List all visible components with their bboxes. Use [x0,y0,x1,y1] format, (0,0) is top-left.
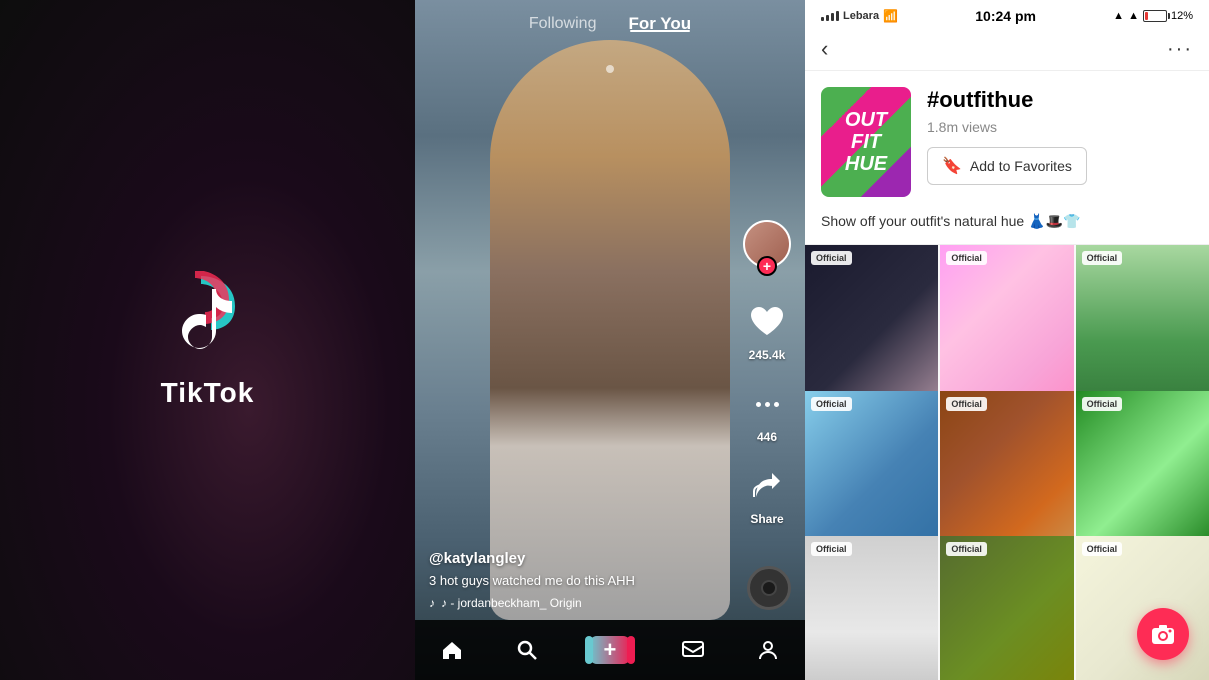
nav-profile[interactable] [756,638,780,662]
signal-icon: ▲ [1128,10,1139,22]
tiktok-logo: TikTok [161,271,255,409]
tiktok-icon [168,271,248,361]
nav-search[interactable] [515,638,539,662]
location-icon: ▲ [1113,10,1124,22]
official-badge-8: Official [946,542,987,556]
status-bar: Lebara 📶 10:24 pm ▲ ▲ 12% [805,0,1209,28]
video-caption: 3 hot guys watched me do this AHH [429,573,735,588]
video-thumb-8[interactable]: Official [940,536,1073,680]
battery-indicator [1143,10,1167,22]
dots-icon [756,402,779,407]
official-badge-5: Official [946,397,987,411]
heart-icon [749,305,785,339]
share-label: Share [750,512,783,526]
comment-button[interactable]: 446 [745,382,789,444]
left-panel: TikTok [0,0,415,680]
back-button[interactable]: ‹ [821,36,828,62]
music-note-icon: ♪ [429,596,435,610]
for-you-tab-wrapper: For You [628,14,691,34]
official-badge-6: Official [1082,397,1123,411]
video-thumb-7[interactable]: Official [805,536,938,680]
top-navigation: ‹ ··· [805,28,1209,71]
right-panel: Lebara 📶 10:24 pm ▲ ▲ 12% ‹ ··· OUTFITHU… [805,0,1209,680]
status-right-icons: ▲ ▲ 12% [1113,10,1193,22]
music-track: ♪ - jordanbeckham_ Origin [441,596,582,610]
hashtag-header: OUTFITHUE #outfithue 1.8m views 🔖 Add to… [805,71,1209,213]
signal-bars [821,11,839,21]
official-badge-7: Official [811,542,852,556]
video-username[interactable]: @katylangley [429,550,735,567]
bottom-navigation: + [415,620,805,680]
messages-icon [681,638,705,662]
following-tab[interactable]: Following [529,15,597,33]
profile-icon [756,638,780,662]
spinning-record-inner [761,580,777,596]
official-badge-4: Official [811,397,852,411]
video-info: @katylangley 3 hot guys watched me do th… [429,550,735,610]
share-button[interactable]: Share [745,464,789,526]
official-badge-1: Official [811,251,852,265]
creator-avatar-wrapper: + [743,220,791,268]
video-nav-header: Following For You [415,0,805,44]
hashtag-title: #outfithue [927,87,1193,113]
video-grid-wrapper: Official Official Official Official Offi… [805,245,1209,680]
video-thumb-9[interactable]: Official [1076,536,1209,680]
person-silhouette [490,40,730,620]
hashtag-views: 1.8m views [927,119,1193,135]
camera-icon [1150,621,1176,647]
wifi-icon: 📶 [883,9,898,23]
home-icon [440,638,464,662]
comment-count: 446 [757,430,777,444]
middle-panel: Following For You + 245.4k [415,0,805,680]
status-time: 10:24 pm [975,8,1036,24]
add-favorites-label: Add to Favorites [970,158,1072,174]
active-tab-underline [630,30,690,32]
follow-plus-button[interactable]: + [757,256,777,276]
hashtag-thumb-text: OUTFITHUE [845,109,887,175]
hashtag-info: #outfithue 1.8m views 🔖 Add to Favorites [927,87,1193,185]
official-badge-9: Official [1082,542,1123,556]
bookmark-icon: 🔖 [942,156,962,176]
nav-home[interactable] [440,638,464,662]
like-count: 245.4k [749,348,786,362]
battery-fill [1145,12,1148,20]
official-badge-2: Official [946,251,987,265]
camera-fab-button[interactable] [1137,608,1189,660]
top-decoration-dot [606,65,614,73]
official-badge-3: Official [1082,251,1123,265]
spinning-record [747,566,791,610]
nav-messages[interactable] [681,638,705,662]
app-name: TikTok [161,377,255,409]
carrier-name: Lebara [843,10,879,22]
hashtag-description: Show off your outfit's natural hue 👗🎩👕 [805,213,1209,245]
video-music: ♪ ♪ - jordanbeckham_ Origin [429,596,735,610]
video-actions: + 245.4k 446 [743,220,791,526]
nav-create[interactable]: + [589,636,631,664]
create-button[interactable]: + [589,636,631,664]
like-button[interactable]: 245.4k [745,300,789,362]
add-to-favorites-button[interactable]: 🔖 Add to Favorites [927,147,1087,185]
more-options-button[interactable]: ··· [1167,38,1193,61]
hashtag-thumbnail: OUTFITHUE [821,87,911,197]
battery-percent: 12% [1171,10,1193,22]
search-icon [515,638,539,662]
share-icon [750,469,784,503]
status-carrier: Lebara 📶 [821,9,898,23]
